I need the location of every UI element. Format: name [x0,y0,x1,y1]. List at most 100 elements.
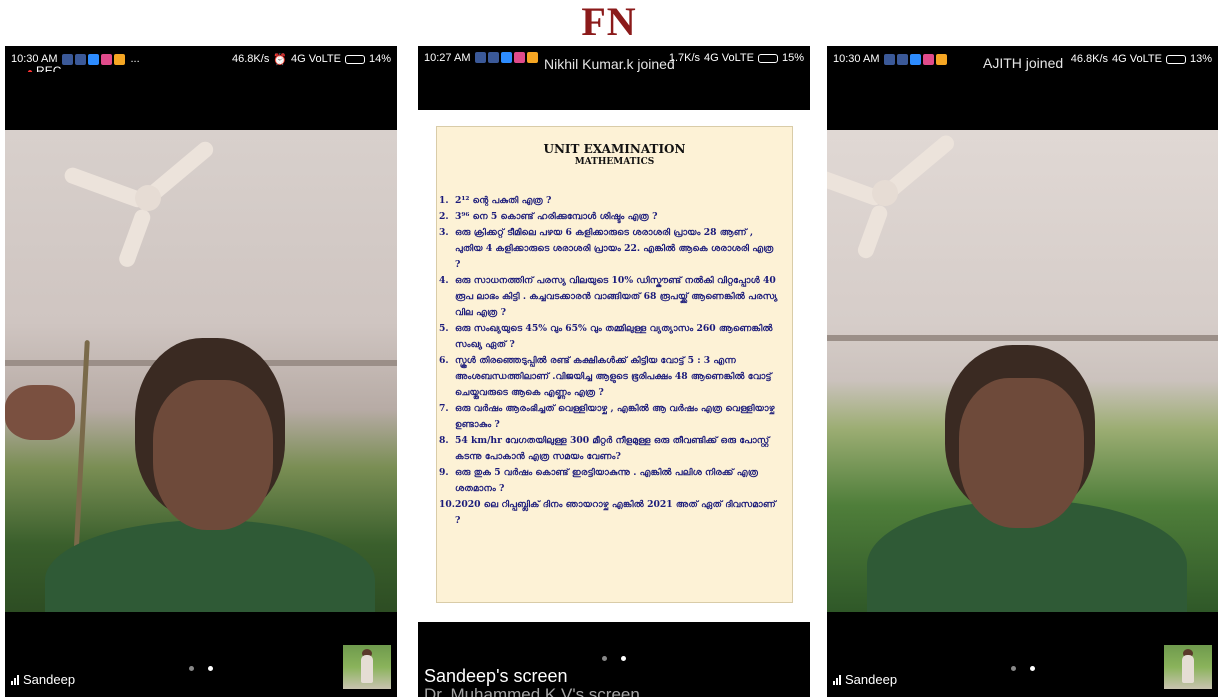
person-face [959,378,1084,528]
question-text: ഒരു സംഖ്യയുടെ 45% വും 65% വും തമ്മിലുള്ള… [455,323,773,350]
thumbnail-person [361,655,373,683]
facebook-icon [897,53,909,65]
shared-document[interactable]: UNIT EXAMINATION MATHEMATICS 1. 2¹² ന്റെ … [436,126,793,603]
status-time: 10:30 AM [833,53,880,65]
signal-icon [11,674,19,685]
question-text: 2020 ലെ റിപ്പബ്ലിക് ദിനം ഞായറാഴ്ച എങ്കിൽ… [455,499,776,526]
status-network: 4G VoLTE [1112,53,1162,65]
join-notification: Nikhil Kumar.k joined [544,56,675,72]
thumbnail-person [1182,655,1194,683]
page-indicator[interactable] [1010,666,1035,671]
facebook-icon [488,52,500,63]
question-item: 5. ഒരു സംഖ്യയുടെ 45% വും 65% വും തമ്മിലുള… [437,321,782,353]
channel-logo: FN [581,0,637,44]
page-dot-active[interactable] [621,656,626,661]
fan-blade [116,207,153,270]
question-text: 2¹² ന്റെ പകുതി എത്ര ? [455,195,552,206]
notification-icons [475,52,539,63]
status-time: 10:27 AM [424,52,471,64]
status-bar: 10:30 AM ... 46.8K/s ⏰ 4G VoLTE 14% [5,46,397,72]
question-number: 7. [439,403,449,414]
self-view-thumbnail[interactable] [1164,645,1212,689]
app-icon [514,52,526,63]
participant-name: Sandeep [11,672,75,687]
question-item: 2. 3⁹⁶ നെ 5 കൊണ്ട് ഹരിക്കുമ്പോൾ ശിഷ്ടം എത… [437,209,782,225]
document-subtitle: MATHEMATICS [574,157,655,167]
facebook-icon [75,53,87,65]
status-speed: 46.8K/s [232,53,270,65]
question-text: ഒരു സാധനത്തിന് പരസ്യ വിലയുടെ 10% ഡിസ്കൗണ… [455,275,778,318]
top-band [827,72,1218,130]
screen-share-label: Sandeep's screen [424,666,568,686]
top-band [5,72,397,130]
status-battery: 13% [1189,53,1212,65]
right-phone-screenshot: 10:30 AM 46.8K/s 4G VoLTE 13% AJITH join… [827,46,1218,697]
app-icon [936,53,948,65]
question-item: 4. ഒരു സാധനത്തിന് പരസ്യ വിലയുടെ 10% ഡിസ്ക… [437,273,782,321]
question-text: ഒരു വർഷം ആരംഭിച്ചത് വെള്ളിയാഴ്ച , എങ്കിൽ… [455,403,775,430]
ceiling-fan-hub [135,185,161,211]
status-network: 4G VoLTE [704,52,754,64]
participant-name-text: Sandeep [845,672,898,687]
app-icon [923,53,935,65]
bottom-bar: Sandeep's screen Dr. Muhammed K V's scre… [418,622,810,697]
question-item: 6. സ്കൂൾ തിരഞ്ഞെടുപ്പിൽ രണ്ട് കക്ഷികൾക്ക്… [437,353,782,401]
question-number: 4. [439,275,449,286]
page-dot[interactable] [602,656,607,661]
signal-icon [833,674,841,685]
question-item: 7. ഒരു വർഷം ആരംഭിച്ചത് വെള്ളിയാഴ്ച , എങ്ക… [437,401,782,433]
question-number: 3. [439,227,449,238]
page-dot-active[interactable] [208,666,213,671]
battery-icon [1165,54,1186,64]
notification-icons [884,53,948,65]
join-notification: AJITH joined [983,55,1064,71]
app-icon [114,53,126,65]
question-number: 5. [439,323,449,334]
participant-video[interactable] [5,130,397,612]
battery-icon [757,53,778,63]
question-number: 9. [439,467,449,478]
app-icon [101,53,113,65]
question-item: 10. 2020 ലെ റിപ്പബ്ലിക് ദിനം ഞായറാഴ്ച എങ്… [437,497,782,529]
bottom-bar: Sandeep [827,612,1218,697]
alarm-icon: ⏰ [273,53,288,66]
question-number: 10. [439,499,455,510]
ceiling-fan-hub [872,180,898,206]
facebook-icon [884,53,896,65]
person-body [45,520,375,612]
zoom-icon [88,53,100,65]
question-text: 3⁹⁶ നെ 5 കൊണ്ട് ഹരിക്കുമ്പോൾ ശിഷ്ടം എത്ര… [455,211,658,222]
person-hand [5,385,75,440]
question-text: ഒരു ക്രിക്കറ്റ് ടീമിലെ പഴയ 6 കളിക്കാരുടെ… [455,227,774,270]
page-dot-active[interactable] [1029,666,1035,671]
question-list: 1. 2¹² ന്റെ പകുതി എത്ര ? 2. 3⁹⁶ നെ 5 കൊണ്ട… [437,193,782,529]
notification-icons [62,53,126,65]
question-item: 3. ഒരു ക്രിക്കറ്റ് ടീമിലെ പഴയ 6 കളിക്കാരു… [437,225,782,273]
status-overflow-dots: ... [130,53,140,65]
screen-share-label-previous: Dr. Muhammed K V's screen [424,685,640,697]
question-item: 1. 2¹² ന്റെ പകുതി എത്ര ? [437,193,782,209]
participant-video[interactable] [827,130,1218,612]
zoom-icon [501,52,513,63]
document-title: UNIT EXAMINATION [543,142,686,156]
page-indicator[interactable] [602,656,626,661]
page-indicator[interactable] [189,666,213,671]
question-number: 1. [439,195,449,206]
question-item: 9. ഒരു തുക 5 വർഷം കൊണ്ട് ഇരട്ടിയാകുന്നു .… [437,465,782,497]
status-speed: 46.8K/s [1070,53,1109,65]
app-icon [527,52,539,63]
person-face [153,380,273,530]
page-dot[interactable] [1010,666,1016,671]
page-dot[interactable] [189,666,194,671]
facebook-icon [475,52,487,63]
question-number: 6. [439,355,449,366]
left-phone-screenshot: 10:30 AM ... 46.8K/s ⏰ 4G VoLTE 14% ●REC [5,46,397,697]
middle-phone-screenshot: 10:27 AM 1.7K/s 4G VoLTE 15% Nikhil Kuma… [418,46,810,697]
ceiling-edge [827,335,1218,341]
question-text: 54 km/hr വേഗതയിലുള്ള 300 മീറ്റർ നീളമുള്ള… [455,435,770,462]
status-network: 4G VoLTE [291,53,341,65]
fan-blade [855,203,890,261]
facebook-icon [62,53,74,65]
battery-icon [344,54,365,64]
self-view-thumbnail[interactable] [343,645,391,689]
